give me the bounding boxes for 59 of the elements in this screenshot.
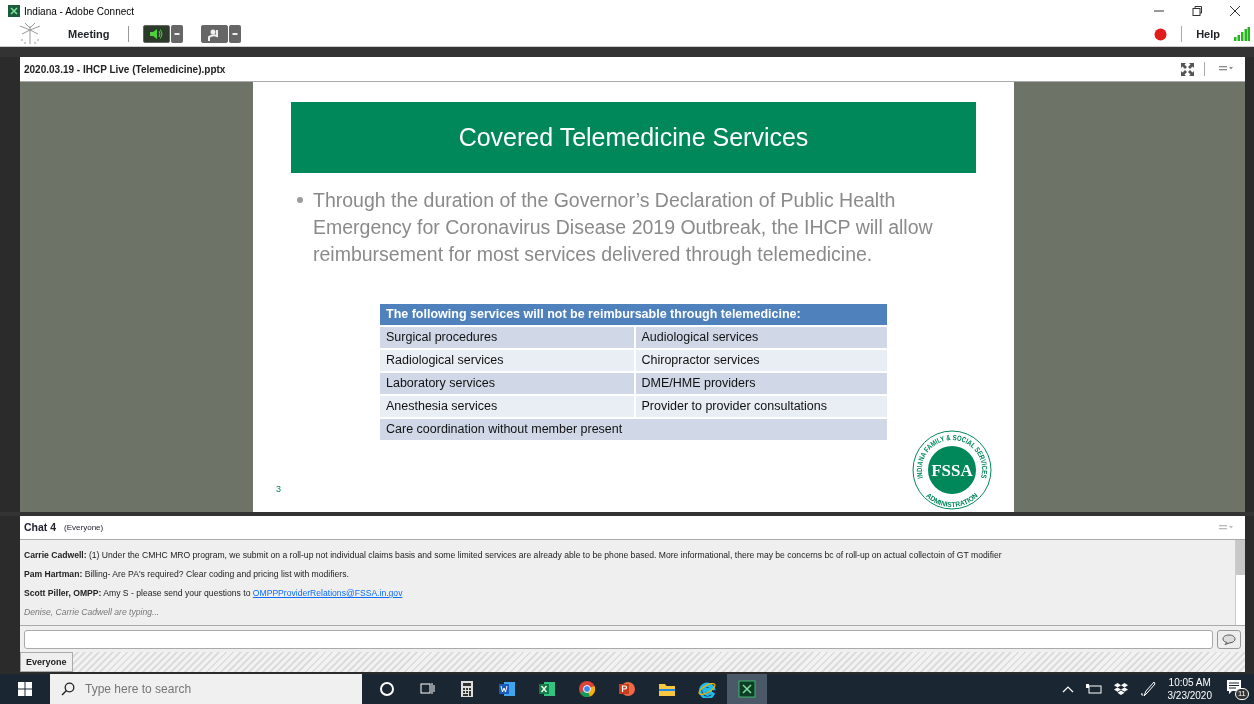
- table-header: The following services will not be reimbursable through telemedicine:: [380, 304, 887, 325]
- dropdown-button[interactable]: [228, 25, 241, 43]
- table-cell: Care coordination without member present: [380, 419, 887, 440]
- connect-app-icon: [738, 680, 756, 698]
- chat-message: Carrie Cadwell: (1) Under the CMHC MRO program, we submit on a roll-up not individual claims basis and some limited services are already able to be phone based. More informational, there may be concerns bc of roll-up on actual collectoin of GT modifier: [24, 549, 1003, 562]
- table-cell: Audiological services: [633, 327, 887, 348]
- page-number: 3: [276, 482, 281, 496]
- speaker-icon: [149, 28, 164, 40]
- table-cell: Chiropractor services: [633, 350, 887, 371]
- search-field[interactable]: Type here to search: [50, 674, 362, 704]
- browser-ball-icon: [578, 680, 596, 698]
- spreadsheet-x-icon: [538, 680, 556, 698]
- bullet-text: Through the duration of the Governor’s Declaration of Public Health Emergency for Coronavirus Disease 2019 Outbreak, the IHCP will allow reimbursement for most services delivered through telemedicine.: [313, 188, 934, 267]
- bullet-icon: [297, 197, 303, 203]
- close-icon[interactable]: [1230, 6, 1240, 16]
- table-cell: Radiological services: [380, 350, 634, 371]
- browser-e-icon: [698, 680, 716, 698]
- windows-start-icon[interactable]: [18, 682, 32, 696]
- chat-title: Chat 4: [24, 519, 57, 535]
- dropbox-icon[interactable]: [1113, 683, 1128, 695]
- clock-time: 10:05 AM: [1168, 676, 1211, 689]
- help-menu[interactable]: Help: [1196, 25, 1220, 43]
- app-icon: [8, 5, 20, 17]
- document-w-icon: [498, 680, 516, 698]
- fullscreen-icon[interactable]: [1181, 62, 1194, 76]
- chat-message: Pam Hartman: Billing- Are PA's required? Clear coding and pricing list with modifiers.: [24, 568, 350, 581]
- dropdown-button[interactable]: [170, 25, 183, 43]
- calculator-icon: [458, 680, 476, 698]
- email-link[interactable]: OMPPProviderRelations@FSSA.in.gov: [252, 588, 403, 598]
- typing-indicator: Denise, Carrie Cadwell are typing...: [24, 606, 161, 619]
- clock-date: 3/23/2020: [1167, 689, 1212, 702]
- record-icon[interactable]: [1154, 27, 1168, 41]
- scrollbar[interactable]: [1235, 540, 1245, 625]
- speaker-button[interactable]: [142, 25, 170, 43]
- raise-hand-button[interactable]: [200, 25, 228, 43]
- table-cell: DME/HME providers: [633, 373, 887, 394]
- chat-audience: (Everyone): [64, 521, 105, 534]
- chat-tab[interactable]: Everyone: [20, 652, 73, 672]
- table-cell: Anesthesia services: [380, 396, 634, 417]
- presentation-p-icon: [618, 680, 636, 698]
- search-icon: [61, 682, 75, 696]
- signal-bars-icon: [1234, 27, 1250, 41]
- maximize-icon[interactable]: [1192, 6, 1202, 16]
- speech-bubble-icon: [1222, 633, 1236, 645]
- slide-title: Covered Telemedicine Services: [291, 102, 976, 173]
- chevron-up-icon[interactable]: [1061, 685, 1074, 693]
- table-cell: Provider to provider consultations: [633, 396, 887, 417]
- meeting-menu[interactable]: Meeting: [68, 25, 110, 43]
- table-cell: Laboratory services: [380, 373, 634, 394]
- pen-icon[interactable]: [1139, 681, 1156, 697]
- window-title: Indiana - Adobe Connect: [24, 4, 136, 19]
- circle-icon: [378, 680, 396, 698]
- document-title: 2020.03.19 - IHCP Live (Telemedicine).pptx: [24, 62, 227, 77]
- options-menu-icon[interactable]: [1219, 65, 1233, 73]
- battery-icon[interactable]: [1085, 684, 1102, 694]
- chat-message: Scott Piller, OMPP: Amy S - please send your questions to OMPPProviderRelations@FSSA.in.gov: [24, 587, 404, 600]
- send-button[interactable]: [1217, 629, 1241, 649]
- table-cell: Surgical procedures: [380, 327, 634, 348]
- chat-input[interactable]: [24, 629, 1213, 649]
